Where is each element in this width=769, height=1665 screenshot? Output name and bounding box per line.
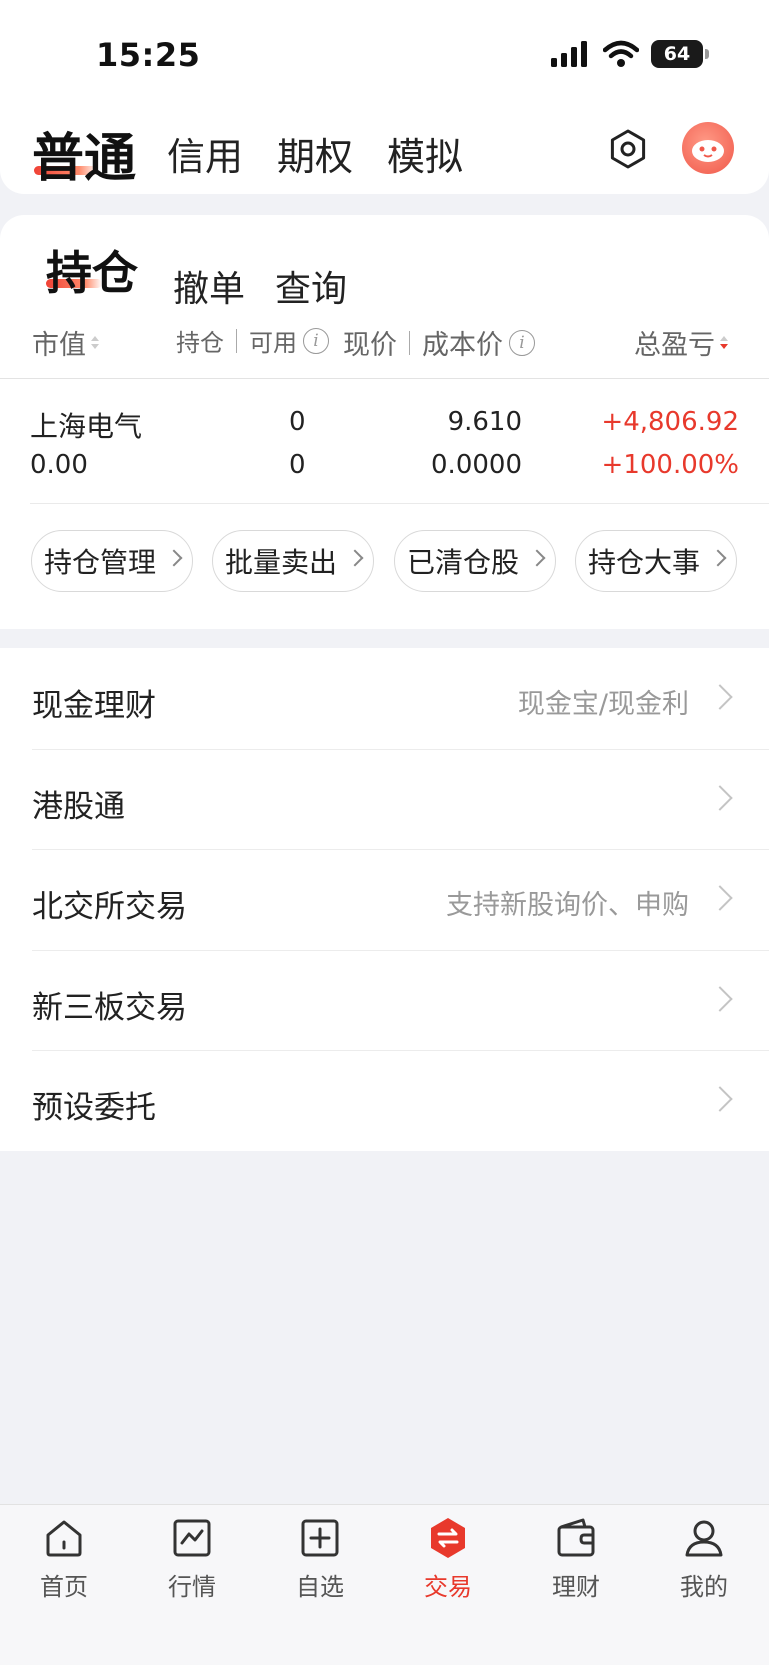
nav-label: 首页 [40,1573,88,1601]
nav-label: 我的 [680,1573,728,1601]
col-available-label: 可用 [249,329,297,357]
menu-item-hint: 支持新股询价、申购 [446,890,689,921]
nav-profile[interactable]: 我的 [654,1515,754,1602]
cost-price: 0.0000 [431,450,522,480]
nav-wealth[interactable]: 理财 [526,1515,626,1602]
batch-sell-button[interactable]: 批量卖出 [212,530,374,592]
nav-label: 自选 [296,1573,344,1601]
battery-indicator: 64 [651,40,709,68]
current-price: 9.610 [447,407,522,437]
col-market-value-label: 市值 [32,330,86,361]
chevron-right-icon [346,549,364,567]
col-cost-label: 成本价 [422,330,503,361]
col-total-pnl[interactable]: 总盈亏 [634,323,728,362]
positions-card: 持仓 撤单 查询 市值 持仓 可用 i 现价 成本价 i 总盈亏 上海电气 0.… [0,215,769,629]
chevron-right-icon [707,986,733,1012]
holding-qty: 0 [289,407,306,437]
nav-label: 交易 [424,1573,472,1601]
menu-item-cash-management[interactable]: 现金理财 现金宝/现金利 [0,648,769,749]
chevron-right-icon [707,785,733,811]
chevron-right-icon [165,549,183,567]
wallet-icon [557,1518,595,1557]
menu-item-label: 新三板交易 [32,990,187,1026]
col-price-cost: 现价 成本价 i [343,323,535,362]
nav-label: 理财 [552,1573,600,1601]
chevron-right-icon [528,549,546,567]
mascot-avatar-icon [692,140,724,162]
pill-label: 已清仓股 [407,546,520,579]
holding-management-button[interactable]: 持仓管理 [31,530,193,592]
account-type-header: 普通 信用 期权 模拟 [0,100,769,194]
add-favorite-icon [301,1519,339,1557]
nav-trade[interactable]: 交易 [398,1515,498,1602]
col-pnl-label: 总盈亏 [634,330,715,361]
chevron-right-icon [707,684,733,710]
cleared-stocks-button[interactable]: 已清仓股 [394,530,556,592]
stock-name: 上海电气 [30,410,143,443]
menu-item-preset-order[interactable]: 预设委托 [0,1050,769,1151]
settings-icon[interactable] [607,128,649,170]
signal-icon [551,41,587,67]
col-holding-label: 持仓 [176,329,224,357]
nav-label: 行情 [168,1573,216,1601]
service-menu: 现金理财 现金宝/现金利 港股通 北交所交易 支持新股询价、申购 新三板交易 预… [0,648,769,1151]
menu-item-label: 预设委托 [32,1090,156,1126]
status-bar: 15:25 64 [0,0,769,110]
nav-home[interactable]: 首页 [14,1515,114,1602]
tab-holdings[interactable]: 持仓 [46,237,138,303]
tab-simulation[interactable]: 模拟 [387,126,463,181]
trade-exchange-icon [431,1518,465,1558]
avatar[interactable] [682,122,734,174]
market-chart-icon [173,1519,211,1557]
total-pnl: +4,806.92 [601,407,739,437]
menu-item-label: 现金理财 [32,688,156,724]
tab-normal[interactable]: 普通 [32,116,136,191]
wifi-icon [603,40,639,67]
sort-icon [720,336,728,349]
chevron-right-icon [709,549,727,567]
menu-item-label: 港股通 [32,789,125,825]
market-value: 0.00 [30,450,88,480]
profile-icon [685,1520,723,1557]
nav-watchlist[interactable]: 自选 [270,1515,370,1602]
pill-label: 持仓管理 [44,546,157,579]
col-holding-available: 持仓 可用 i [176,323,329,358]
tab-cancel-order[interactable]: 撤单 [173,260,245,312]
col-price-label: 现价 [343,330,397,361]
info-icon[interactable]: i [509,329,535,356]
total-pnl-pct: +100.00% [601,450,739,480]
pill-label: 批量卖出 [225,546,338,579]
status-time: 15:25 [96,36,201,74]
menu-item-hk-connect[interactable]: 港股通 [0,749,769,850]
chevron-right-icon [707,885,733,911]
status-icons: 64 [551,40,709,68]
info-icon[interactable]: i [303,327,329,354]
chevron-right-icon [707,1086,733,1112]
bottom-nav: 首页 行情 自选 交易 理财 我的 [0,1504,769,1665]
menu-item-neeq-trading[interactable]: 新三板交易 [0,950,769,1051]
home-icon [46,1520,82,1557]
holding-events-button[interactable]: 持仓大事 [575,530,737,592]
pill-label: 持仓大事 [588,546,701,579]
menu-item-label: 北交所交易 [32,889,187,925]
col-market-value[interactable]: 市值 [32,323,99,362]
tab-credit[interactable]: 信用 [167,126,243,181]
menu-item-bse-trading[interactable]: 北交所交易 支持新股询价、申购 [0,849,769,950]
menu-item-hint: 现金宝/现金利 [517,689,689,720]
sort-icon [91,336,99,349]
tab-query[interactable]: 查询 [275,260,347,312]
nav-market[interactable]: 行情 [142,1515,242,1602]
tab-options[interactable]: 期权 [277,126,353,181]
available-qty: 0 [289,450,306,480]
